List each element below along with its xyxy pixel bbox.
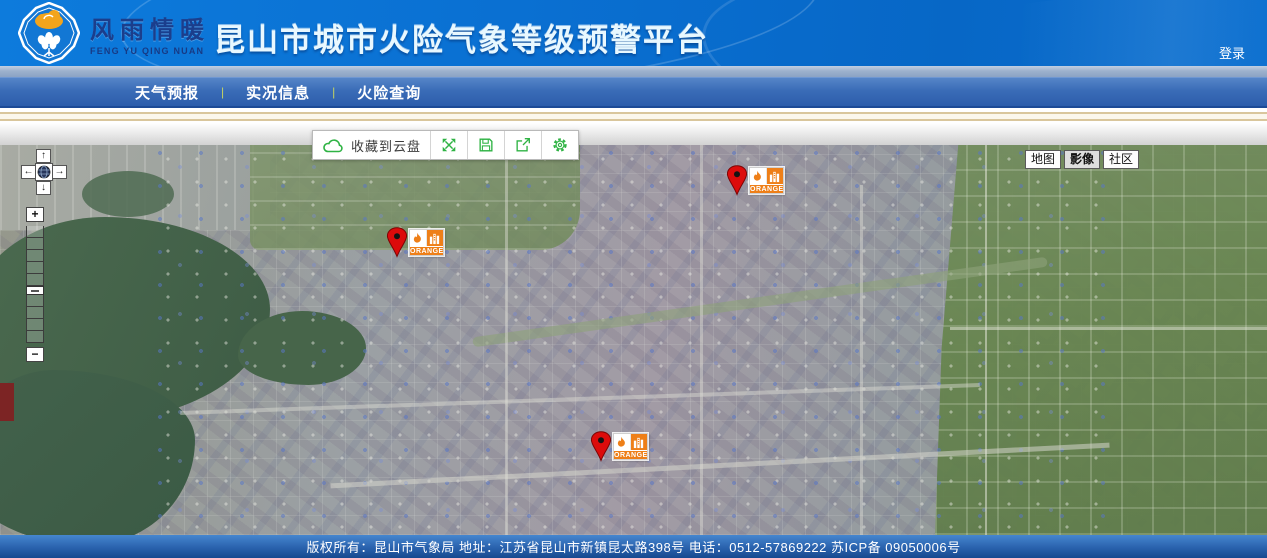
map-type-button-map[interactable]: 地图 — [1025, 150, 1061, 169]
fire-warning-badge[interactable]: ORANGE — [749, 167, 784, 194]
zoom-in-button[interactable]: + — [26, 207, 44, 222]
beige-divider-strip — [0, 110, 1267, 123]
page-title: 昆山市城市火险气象等级预警平台 — [214, 15, 709, 60]
header-divider-strip — [0, 66, 1267, 77]
map-road — [860, 185, 863, 535]
logo-title: 风雨情暖 — [90, 10, 210, 45]
zoom-track-segment[interactable] — [26, 262, 44, 274]
copyright-text: 版权所有：昆山市气象局 地址：江苏省昆山市新镇昆太路398号 电话：0512-5… — [306, 537, 960, 556]
fullscreen-button[interactable] — [430, 131, 467, 159]
fade-strip — [0, 123, 1267, 145]
map-road — [950, 327, 1267, 330]
fullscreen-icon — [440, 136, 458, 154]
save-to-cloud-button[interactable]: 收藏到云盘 — [313, 131, 430, 159]
marker-level-label: ORANGE — [750, 184, 783, 193]
map-zoom-control: + − — [26, 207, 45, 362]
footer: 版权所有：昆山市气象局 地址：江苏省昆山市新镇昆太路398号 电话：0512-5… — [0, 535, 1267, 558]
fire-warning-badge[interactable]: ORANGE — [409, 229, 444, 256]
map-pan-control: ↑ ← → ↓ — [21, 149, 69, 197]
nav-item-weather-forecast[interactable]: 天气预报 — [135, 82, 199, 103]
nav-item-live-info[interactable]: 实况信息 — [246, 82, 310, 103]
logo-badge-icon — [18, 2, 80, 64]
map-pin-icon[interactable] — [726, 165, 748, 196]
map-type-button-imagery[interactable]: 影像 — [1064, 150, 1100, 169]
zoom-track-segment[interactable] — [26, 274, 44, 286]
zoom-track-segment[interactable] — [26, 250, 44, 262]
map-type-button-community[interactable]: 社区 — [1103, 150, 1139, 169]
share-button[interactable] — [504, 131, 541, 159]
flame-icon — [410, 230, 427, 246]
badge-tiles — [614, 434, 647, 450]
fire-warning-marker[interactable]: ORANGE — [386, 227, 446, 261]
save-button[interactable] — [467, 131, 504, 159]
nav-separator: | — [221, 85, 224, 99]
save-to-cloud-label: 收藏到云盘 — [351, 136, 421, 155]
globe-icon — [37, 165, 51, 179]
share-icon — [514, 136, 532, 154]
zoom-track-segment[interactable] — [26, 319, 44, 331]
building-icon — [427, 230, 443, 246]
header: 风雨情暖 FENG YU QING NUAN 昆山市城市火险气象等级预警平台 登… — [0, 0, 1267, 66]
map-building-speckles — [150, 145, 1110, 535]
map-road — [985, 145, 987, 535]
nav-item-fire-risk-query[interactable]: 火险查询 — [357, 82, 421, 103]
zoom-track-segment[interactable] — [26, 307, 44, 319]
pan-down-button[interactable]: ↓ — [36, 181, 51, 195]
logo-subtitle: FENG YU QING NUAN — [90, 46, 210, 56]
map-pin-icon[interactable] — [590, 431, 612, 462]
map-canvas[interactable]: ↑ ← → ↓ + — [0, 145, 1267, 535]
zoom-track-segment[interactable] — [26, 331, 44, 343]
fire-warning-marker[interactable]: ORANGE — [590, 431, 650, 465]
settings-button[interactable] — [541, 131, 578, 159]
save-icon — [477, 136, 495, 154]
fire-warning-marker[interactable]: ORANGE — [726, 165, 786, 199]
logo-text: 风雨情暖 FENG YU QING NUAN — [90, 10, 210, 56]
badge-tiles — [410, 230, 443, 246]
map-road — [505, 145, 508, 535]
map-building-blob — [0, 383, 14, 421]
zoom-track-segment[interactable] — [26, 226, 44, 238]
settings-gear-icon — [551, 136, 569, 154]
map-type-switcher: 地图 影像 社区 — [1025, 150, 1139, 169]
flame-icon — [614, 434, 631, 450]
fire-warning-badge[interactable]: ORANGE — [613, 433, 648, 460]
main-navigation: 天气预报 | 实况信息 | 火险查询 — [0, 77, 1267, 108]
cloud-icon — [322, 137, 344, 153]
nav-separator: | — [332, 85, 335, 99]
building-icon — [631, 434, 647, 450]
page: 风雨情暖 FENG YU QING NUAN 昆山市城市火险气象等级预警平台 登… — [0, 0, 1267, 558]
pan-up-button[interactable]: ↑ — [36, 149, 51, 163]
zoom-track-segment[interactable] — [26, 238, 44, 250]
login-link[interactable]: 登录 — [1219, 43, 1245, 62]
zoom-out-button[interactable]: − — [26, 347, 44, 362]
zoom-slider-track[interactable] — [26, 226, 44, 343]
flame-icon — [750, 168, 767, 184]
pan-left-button[interactable]: ← — [21, 165, 36, 179]
map-road — [700, 145, 703, 535]
zoom-track-segment[interactable] — [26, 295, 44, 307]
marker-level-label: ORANGE — [614, 450, 647, 459]
map-toolbar: 收藏到云盘 — [312, 130, 579, 160]
pan-home-globe-button[interactable] — [35, 163, 53, 181]
badge-tiles — [750, 168, 783, 184]
building-icon — [767, 168, 783, 184]
zoom-slider-handle[interactable] — [26, 286, 44, 295]
pan-right-button[interactable]: → — [52, 165, 67, 179]
marker-level-label: ORANGE — [410, 246, 443, 255]
map-pin-icon[interactable] — [386, 227, 408, 258]
